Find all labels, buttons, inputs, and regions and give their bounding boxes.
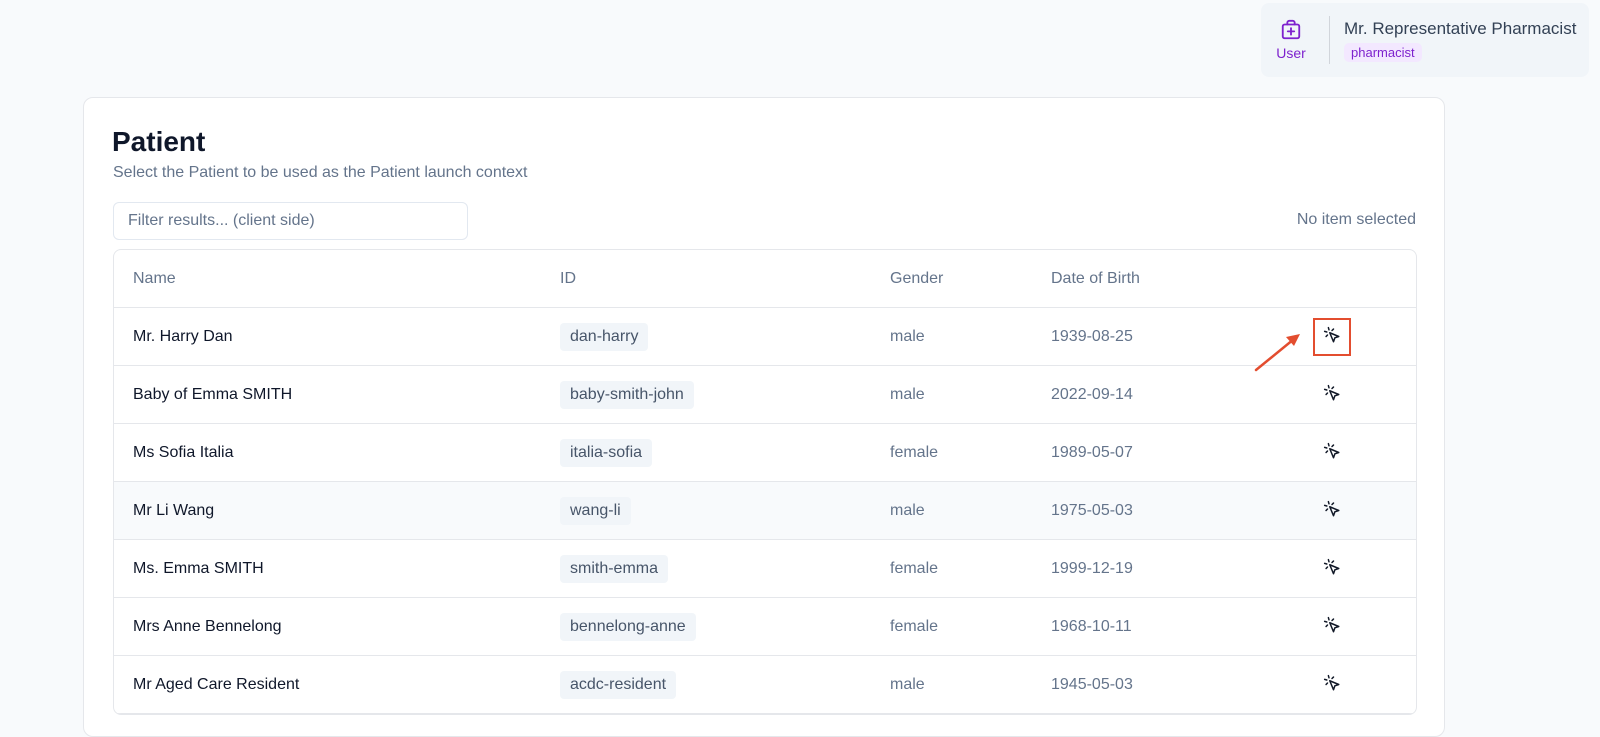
table-row[interactable]: Ms. Emma SMITH smith-emma female 1999-12… xyxy=(114,539,1416,598)
patient-id-badge: baby-smith-john xyxy=(560,380,694,409)
patient-gender: male xyxy=(871,655,1032,714)
patient-name: Mr Aged Care Resident xyxy=(114,655,541,714)
patient-name: Mr Li Wang xyxy=(114,481,541,540)
patient-name: Ms. Emma SMITH xyxy=(114,539,541,598)
table-row[interactable]: Baby of Emma SMITH baby-smith-john male … xyxy=(114,365,1416,424)
patient-dob: 1968-10-11 xyxy=(1032,597,1248,656)
patient-id-cell: italia-sofia xyxy=(541,423,871,482)
column-header-name[interactable]: Name xyxy=(114,250,541,308)
patient-id-badge: wang-li xyxy=(560,496,631,525)
table-row[interactable]: Mrs Anne Bennelong bennelong-anne female… xyxy=(114,597,1416,656)
selection-status: No item selected xyxy=(1296,211,1416,228)
patient-dob: 1939-08-25 xyxy=(1032,307,1248,366)
table-row[interactable]: Mr Li Wang wang-li male 1975-05-03 xyxy=(114,481,1416,540)
select-patient-button[interactable] xyxy=(1313,666,1351,704)
select-patient-button[interactable] xyxy=(1313,492,1351,530)
select-patient-button[interactable] xyxy=(1313,434,1351,472)
patient-gender: female xyxy=(871,423,1032,482)
patient-gender: male xyxy=(871,307,1032,366)
click-select-icon xyxy=(1323,500,1341,521)
click-select-icon xyxy=(1323,616,1341,637)
annotation-arrow-icon xyxy=(1254,334,1300,372)
action-cell xyxy=(1248,423,1416,482)
patient-gender: male xyxy=(871,365,1032,424)
patient-name: Baby of Emma SMITH xyxy=(114,365,541,424)
medical-bag-icon xyxy=(1280,19,1302,41)
user-role-badge: pharmacist xyxy=(1344,42,1422,62)
patient-name: Ms Sofia Italia xyxy=(114,423,541,482)
click-select-icon xyxy=(1323,558,1341,579)
patient-id-badge: acdc-resident xyxy=(560,670,677,699)
patient-id-badge: bennelong-anne xyxy=(560,612,696,641)
action-cell xyxy=(1248,481,1416,540)
patient-dob: 1999-12-19 xyxy=(1032,539,1248,598)
patient-name: Mrs Anne Bennelong xyxy=(114,597,541,656)
column-header-gender[interactable]: Gender xyxy=(871,250,1032,308)
patient-id-badge: dan-harry xyxy=(560,322,649,351)
action-cell xyxy=(1248,539,1416,598)
select-patient-button[interactable] xyxy=(1313,376,1351,414)
patient-id-cell: wang-li xyxy=(541,481,871,540)
page-title: Patient xyxy=(112,126,206,157)
patient-dob: 1975-05-03 xyxy=(1032,481,1248,540)
patient-dob: 2022-09-14 xyxy=(1032,365,1248,424)
action-cell xyxy=(1248,655,1416,714)
column-header-action xyxy=(1248,250,1416,308)
patient-gender: female xyxy=(871,539,1032,598)
patient-dob: 1945-05-03 xyxy=(1032,655,1248,714)
patient-id-cell: dan-harry xyxy=(541,307,871,366)
table-row[interactable]: Mr. Harry Dan dan-harry male 1939-08-25 xyxy=(114,307,1416,366)
user-role-block[interactable]: User xyxy=(1261,19,1321,61)
click-select-icon xyxy=(1323,442,1341,463)
column-header-id[interactable]: ID xyxy=(541,250,871,308)
filter-input[interactable] xyxy=(113,202,468,240)
click-select-icon xyxy=(1323,674,1341,695)
patient-name: Mr. Harry Dan xyxy=(114,307,541,366)
click-select-icon xyxy=(1323,384,1341,405)
action-cell xyxy=(1248,597,1416,656)
patient-dob: 1989-05-07 xyxy=(1032,423,1248,482)
click-select-icon xyxy=(1323,326,1341,347)
patient-gender: male xyxy=(871,481,1032,540)
column-header-dob[interactable]: Date of Birth xyxy=(1032,250,1248,308)
table-row[interactable]: Ms Sofia Italia italia-sofia female 1989… xyxy=(114,423,1416,482)
patient-id-cell: smith-emma xyxy=(541,539,871,598)
page-subtitle: Select the Patient to be used as the Pat… xyxy=(113,164,528,181)
user-card: User Mr. Representative Pharmacist pharm… xyxy=(1261,3,1589,77)
user-divider xyxy=(1329,16,1330,64)
patient-selection-card: Patient Select the Patient to be used as… xyxy=(83,97,1445,737)
user-info: Mr. Representative Pharmacist pharmacist xyxy=(1344,19,1576,62)
user-name: Mr. Representative Pharmacist xyxy=(1344,18,1577,38)
patient-gender: female xyxy=(871,597,1032,656)
patient-id-cell: bennelong-anne xyxy=(541,597,871,656)
select-patient-button[interactable] xyxy=(1313,317,1351,356)
select-patient-button[interactable] xyxy=(1313,608,1351,646)
patient-table: Name ID Gender Date of Birth Mr. Harry D… xyxy=(113,249,1417,715)
patient-id-cell: acdc-resident xyxy=(541,655,871,714)
table-header-row: Name ID Gender Date of Birth xyxy=(114,250,1416,308)
table-row[interactable]: Mr Aged Care Resident acdc-resident male… xyxy=(114,655,1416,714)
select-patient-button[interactable] xyxy=(1313,550,1351,588)
user-label: User xyxy=(1276,45,1306,61)
patient-id-badge: smith-emma xyxy=(560,554,669,583)
patient-id-badge: italia-sofia xyxy=(560,438,653,467)
patient-id-cell: baby-smith-john xyxy=(541,365,871,424)
